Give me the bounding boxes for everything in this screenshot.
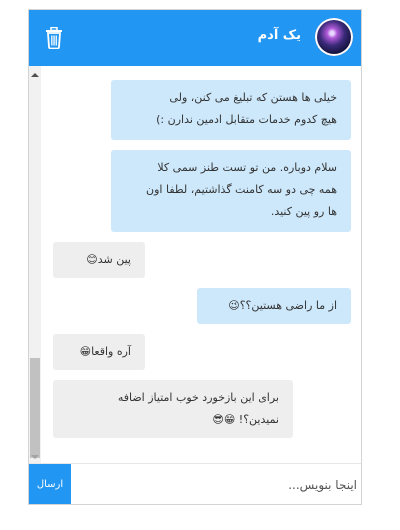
message-bubble-received: برای این بازخورد خوب امتیاز اضافه نمیدین…: [53, 380, 293, 438]
message-bubble-received: پین شد😊: [53, 242, 145, 278]
message-bubble-sent: سلام دوباره. من تو تست طنز سمی کلا همه چ…: [111, 150, 351, 232]
send-button[interactable]: ارسال: [29, 464, 71, 504]
message-text-line: پین شد😊: [86, 253, 131, 266]
message-input[interactable]: [77, 464, 359, 504]
message-text-line: هیچ کدوم خدمات متقابل ادمین ندارن :): [156, 113, 337, 126]
chat-widget: یک آدم خیلی ها هستن که تبلیغ می کنن، ولی…: [28, 9, 362, 505]
message-text-line: از ما راضی هستین؟؟😉: [228, 299, 337, 312]
message-bubble-sent: خیلی ها هستن که تبلیغ می کنن، ولی هیچ کد…: [111, 80, 351, 140]
scrollbar-thumb[interactable]: [30, 358, 40, 458]
message-bubble-received: آره واقعا😁: [53, 334, 145, 370]
message-text-line: نمیدین؟! 😁😎: [212, 413, 279, 426]
contact-avatar[interactable]: [315, 18, 353, 56]
chat-header: یک آدم: [29, 10, 361, 66]
scrollbar[interactable]: [29, 66, 41, 464]
trash-icon[interactable]: [45, 27, 63, 49]
message-text-line: خیلی ها هستن که تبلیغ می کنن، ولی: [169, 91, 337, 104]
message-text-line: همه چی دو سه کامنت گذاشتیم، لطفا اون: [146, 183, 337, 196]
message-composer: ارسال: [29, 463, 361, 504]
message-text-line: سلام دوباره. من تو تست طنز سمی کلا: [157, 161, 337, 174]
scroll-down-arrow-icon[interactable]: [31, 455, 39, 459]
contact-name: یک آدم: [257, 28, 301, 43]
scroll-up-arrow-icon[interactable]: [31, 73, 39, 77]
message-text-line: ها رو پین کنید.: [270, 205, 337, 218]
message-text-line: برای این بازخورد خوب امتیاز اضافه: [117, 391, 279, 404]
message-text-line: آره واقعا😁: [79, 345, 131, 358]
message-bubble-sent: از ما راضی هستین؟؟😉: [197, 288, 351, 324]
message-list[interactable]: خیلی ها هستن که تبلیغ می کنن، ولی هیچ کد…: [29, 66, 361, 464]
